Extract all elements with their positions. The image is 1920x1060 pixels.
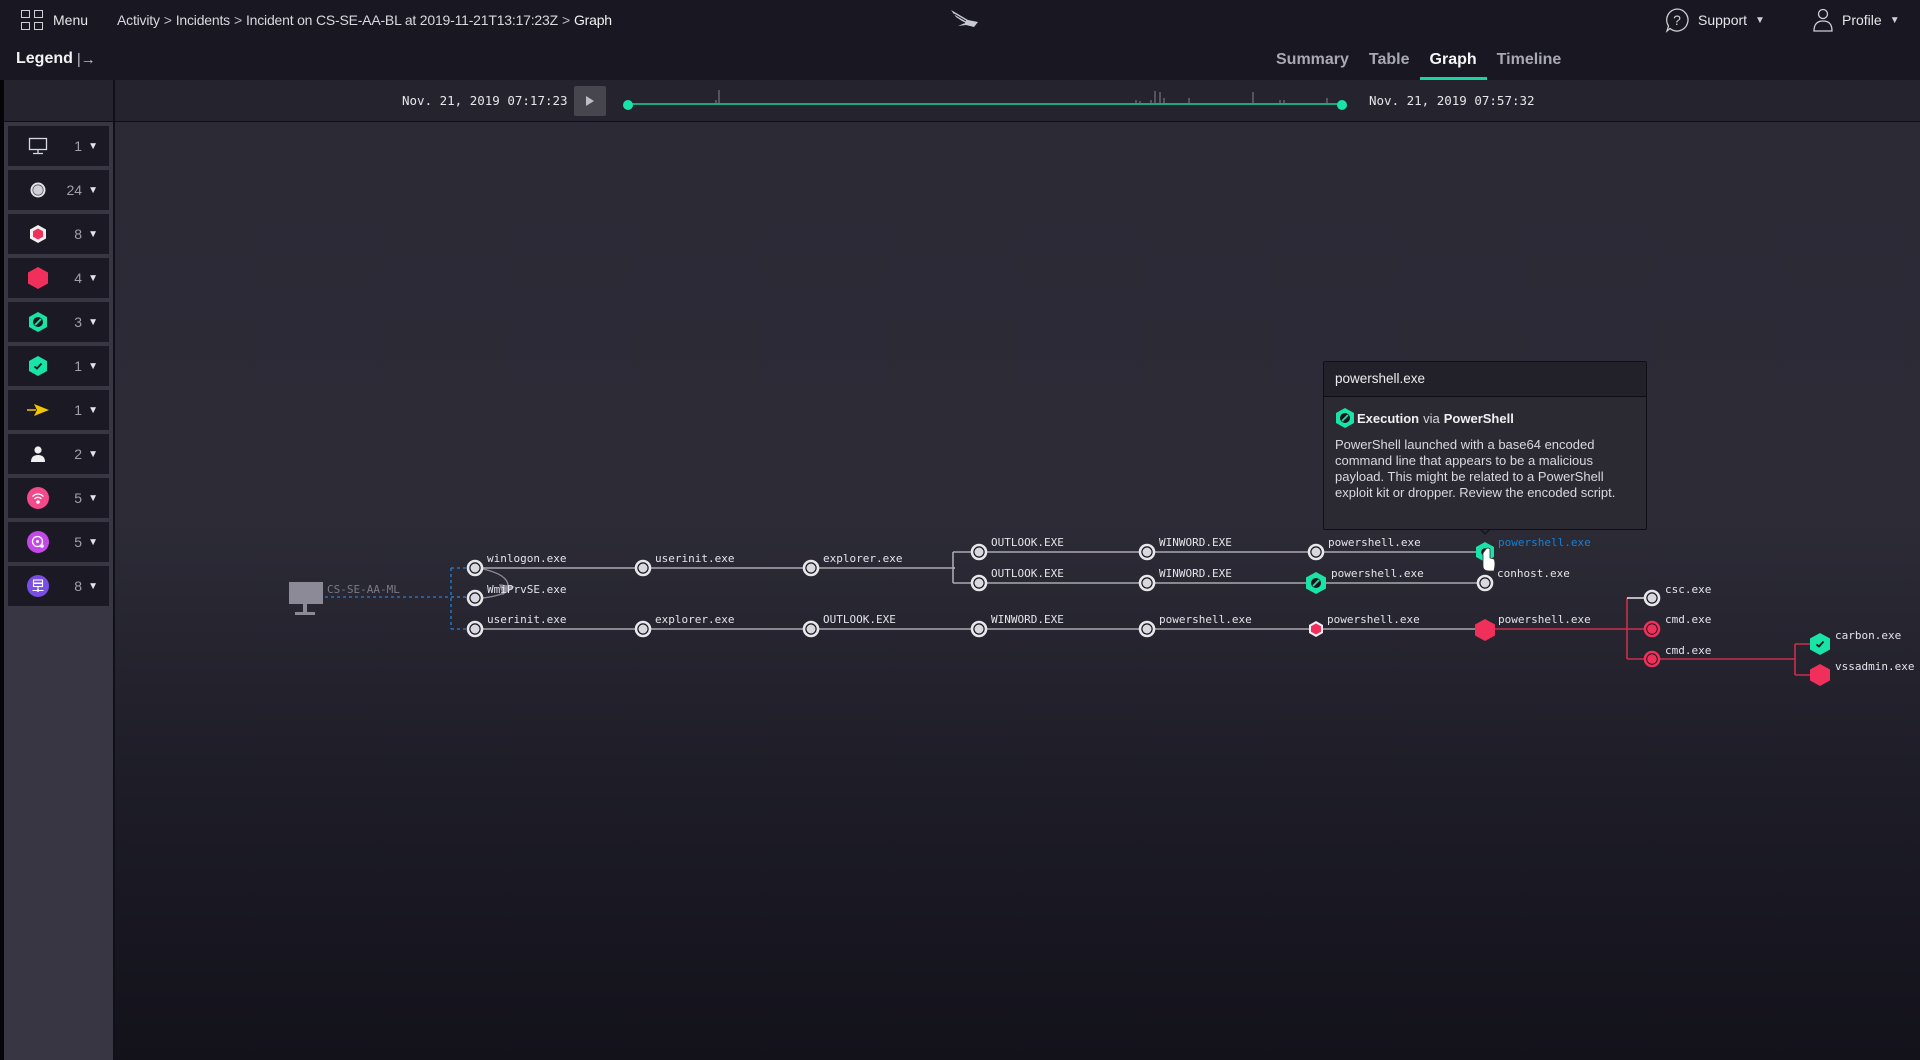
timeline-start-handle[interactable] [623,100,633,110]
prevented-hexagon-icon [1336,408,1354,428]
node-label: conhost.exe [1497,567,1570,580]
process-node[interactable]: WINWORD.EXE [1138,536,1232,561]
process-node[interactable]: OUTLOOK.EXE [970,536,1064,561]
tactic-via: via [1423,410,1440,426]
host-label: CS-SE-AA-ML [327,583,400,596]
host-monitor-icon [289,582,323,604]
technique-name: PowerShell [1443,410,1514,426]
node-label: csc.exe [1665,583,1711,596]
node-label: powershell.exe [1328,536,1421,549]
timeline-slider[interactable] [623,90,1347,110]
detection-hexagon-solid-icon [1810,664,1830,686]
process-node[interactable]: powershell.exe [1307,536,1421,561]
process-node[interactable]: WINWORD.EXE [970,613,1064,638]
process-node[interactable]: winlogon.exe [466,552,566,577]
node-label: userinit.exe [487,613,566,626]
timeline-activity-ticks [715,90,1328,104]
process-node[interactable]: userinit.exe [466,613,566,638]
node-label: OUTLOOK.EXE [823,613,896,626]
process-node[interactable]: WINWORD.EXE [1138,567,1232,592]
node-label: carbon.exe [1835,629,1901,642]
node-label: explorer.exe [655,613,734,626]
node-label: powershell.exe [1159,613,1252,626]
process-node-hovered[interactable]: powershell.exe [1476,536,1591,572]
process-node[interactable]: userinit.exe [634,552,734,577]
tooltip-title: powershell.exe [1324,362,1646,397]
node-label: WmiPrvSE.exe [487,583,566,596]
process-node[interactable]: WmiPrvSE.exe [466,583,566,607]
process-node-critical[interactable]: cmd.exe [1643,613,1711,638]
node-label: winlogon.exe [487,552,566,565]
process-node-prevented[interactable]: powershell.exe [1306,567,1424,594]
verified-hexagon-icon [1810,633,1830,655]
timeline-end-handle[interactable] [1337,100,1347,110]
tactic-name: Execution [1357,410,1420,426]
node-label: WINWORD.EXE [1159,567,1232,580]
node-label: powershell.exe [1498,536,1591,549]
node-label: WINWORD.EXE [991,613,1064,626]
node-label: WINWORD.EXE [1159,536,1232,549]
node-label: OUTLOOK.EXE [991,536,1064,549]
node-label: OUTLOOK.EXE [991,567,1064,580]
process-node[interactable]: OUTLOOK.EXE [802,613,896,638]
node-label: vssadmin.exe [1835,660,1914,673]
node-label: userinit.exe [655,552,734,565]
process-node[interactable]: explorer.exe [802,552,902,577]
host-links [325,567,475,630]
process-node[interactable]: explorer.exe [634,613,734,638]
process-node-critical[interactable]: cmd.exe [1643,644,1711,668]
process-node[interactable]: csc.exe [1643,583,1711,607]
node-label: powershell.exe [1327,613,1420,626]
detection-hexagon-solid-icon [1475,619,1495,641]
process-node-critical[interactable]: powershell.exe [1475,613,1591,641]
process-node-critical[interactable]: vssadmin.exe [1810,660,1914,686]
host-node[interactable]: CS-SE-AA-ML [289,582,400,615]
node-label: cmd.exe [1665,613,1711,626]
node-label: cmd.exe [1665,644,1711,657]
tooltip-tactic: Execution via PowerShell [1334,407,1646,429]
process-node-detection[interactable]: powershell.exe [1309,613,1420,637]
tooltip-description: PowerShell launched with a base64 encode… [1335,437,1616,500]
node-label: powershell.exe [1498,613,1591,626]
node-tooltip: powershell.exe Execution via PowerShell … [1323,361,1647,530]
process-node[interactable]: powershell.exe [1138,613,1252,638]
process-graph: CS-SE-AA-ML winlogon.exe userinit.exe ex… [289,90,1914,686]
process-node-verified[interactable]: carbon.exe [1810,629,1901,655]
node-label: explorer.exe [823,552,902,565]
node-label: powershell.exe [1331,567,1424,580]
process-node[interactable]: OUTLOOK.EXE [970,567,1064,592]
